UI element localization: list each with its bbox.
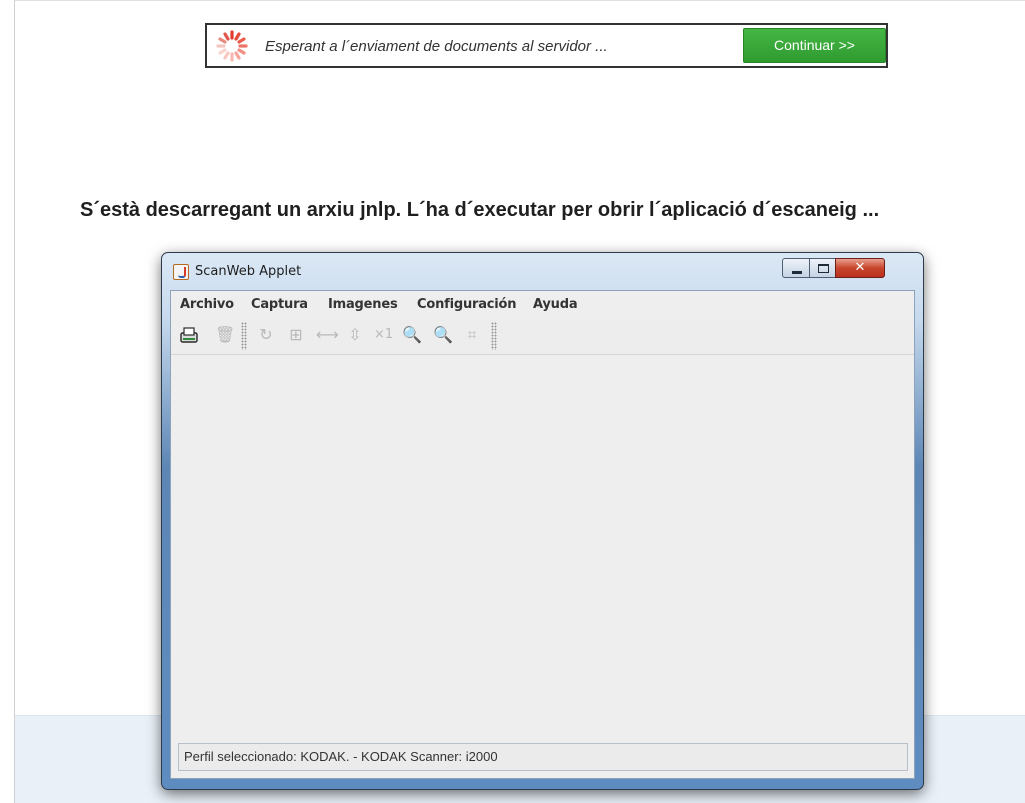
applet-client-area: Archivo Captura Imagenes Configuración A… xyxy=(170,290,915,779)
menu-captura[interactable]: Captura xyxy=(251,297,308,312)
scanner-icon[interactable] xyxy=(180,327,198,344)
menu-ayuda[interactable]: Ayuda xyxy=(533,297,578,312)
continue-button[interactable]: Continuar >> xyxy=(743,28,886,63)
actual-size-icon[interactable]: ×1 xyxy=(374,326,393,344)
window-title: ScanWeb Applet xyxy=(195,264,302,279)
menu-archivo[interactable]: Archivo xyxy=(180,297,234,312)
fit-page-icon[interactable]: ⊞ xyxy=(287,326,305,344)
toolbar-grip[interactable] xyxy=(241,322,247,350)
loading-spinner-icon xyxy=(216,30,248,62)
toolbar-grip[interactable] xyxy=(491,322,497,350)
toolbar: 🗑 ↻ ⊞ ⟷ ⇳ ×1 🔍 🔍 ⌗ xyxy=(171,319,914,355)
waiting-message: Esperant a l´enviament de documents al s… xyxy=(265,38,608,55)
close-icon: ✕ xyxy=(854,260,866,275)
maximize-button[interactable] xyxy=(809,258,836,278)
window-titlebar[interactable]: ScanWeb Applet ✕ xyxy=(162,253,923,289)
status-bar: Perfil seleccionado: KODAK. - KODAK Scan… xyxy=(178,743,908,771)
rotate-icon[interactable]: ↻ xyxy=(257,326,275,344)
page-headline: S´està descarregant un arxiu jnlp. L´ha … xyxy=(80,199,880,221)
minimize-icon xyxy=(792,271,802,274)
zoom-in-icon[interactable]: 🔍 xyxy=(402,326,422,344)
image-preview-area[interactable] xyxy=(171,356,914,743)
scanweb-applet-window: ScanWeb Applet ✕ Archivo Captura Imagene… xyxy=(161,252,924,790)
upload-wait-banner: Esperant a l´enviament de documents al s… xyxy=(205,23,888,68)
close-button[interactable]: ✕ xyxy=(835,258,885,278)
maximize-icon xyxy=(818,264,829,273)
menu-imagenes[interactable]: Imagenes xyxy=(328,297,398,312)
java-icon xyxy=(173,264,189,280)
crop-icon[interactable]: ⌗ xyxy=(463,326,481,344)
fit-height-icon[interactable]: ⇳ xyxy=(346,326,364,344)
minimize-button[interactable] xyxy=(782,258,810,278)
trash-icon[interactable]: 🗑 xyxy=(215,326,235,344)
fit-width-icon[interactable]: ⟷ xyxy=(316,326,339,344)
menu-configuracion[interactable]: Configuración xyxy=(417,297,517,312)
menu-bar: Archivo Captura Imagenes Configuración A… xyxy=(171,291,914,317)
zoom-out-icon[interactable]: 🔍 xyxy=(433,326,453,344)
